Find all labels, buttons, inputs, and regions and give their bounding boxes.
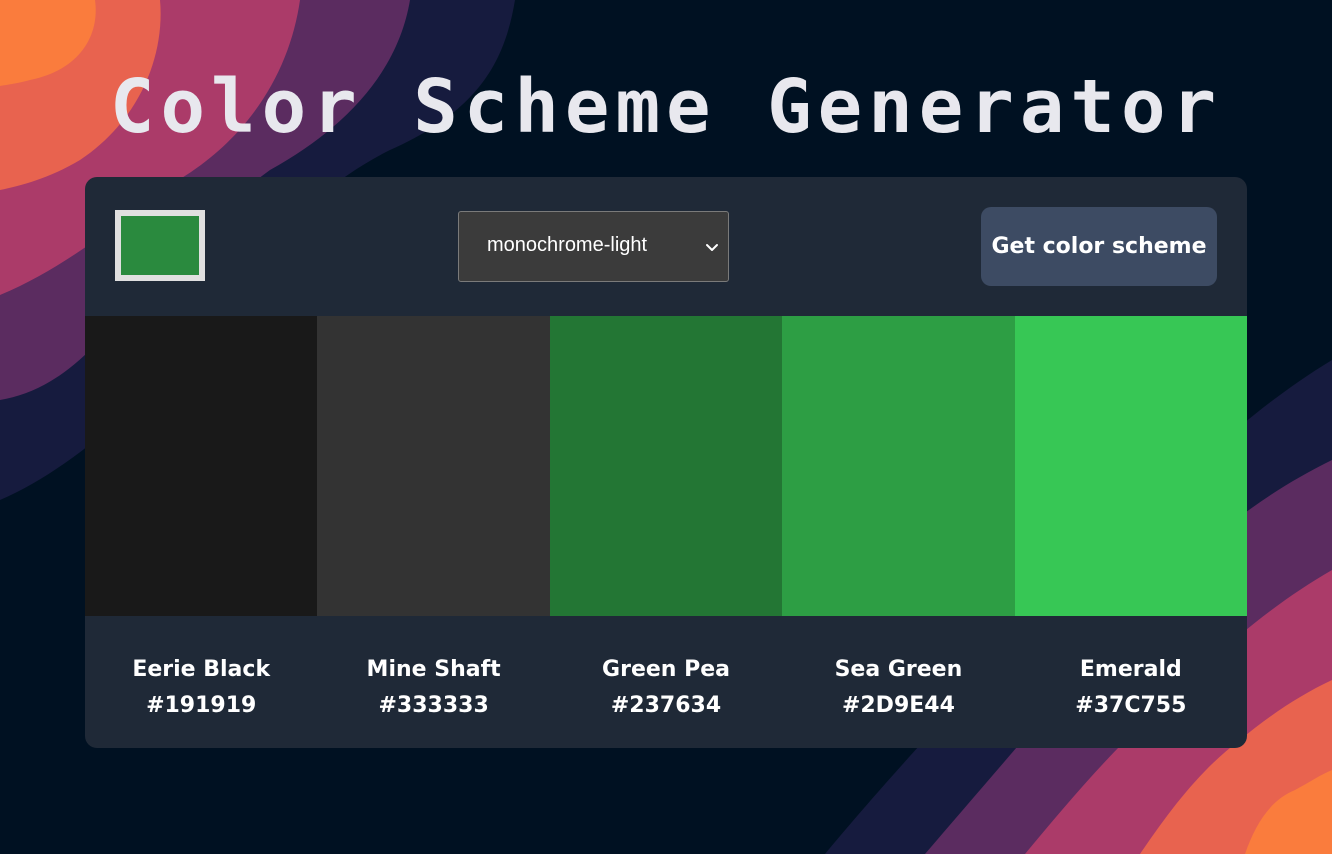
color-name: Emerald [1079, 657, 1182, 682]
color-swatch[interactable] [317, 316, 550, 616]
color-swatch[interactable] [85, 316, 318, 616]
color-swatch[interactable] [1014, 316, 1247, 616]
color-name: Eerie Black [132, 657, 271, 682]
color-swatch[interactable] [549, 316, 783, 616]
color-hex[interactable]: #333333 [317, 688, 549, 724]
label-row: Eerie Black #191919 Mine Shaft #333333 Green… [85, 616, 1247, 748]
color-hex[interactable]: #237634 [550, 688, 782, 724]
color-label: Green Pea #237634 [550, 616, 782, 748]
seed-color-fill [121, 216, 199, 275]
scheme-mode-value: monochrome-light [487, 234, 648, 256]
color-label: Sea Green #2D9E44 [782, 616, 1014, 748]
seed-color-picker[interactable] [115, 210, 205, 281]
color-swatch[interactable] [782, 316, 1015, 616]
color-label: Emerald #37C755 [1015, 616, 1247, 748]
color-label: Mine Shaft #333333 [317, 616, 549, 748]
controls-bar: monochrome-light Get color scheme [85, 177, 1247, 316]
color-hex[interactable]: #2D9E44 [782, 688, 1014, 724]
color-name: Green Pea [602, 657, 730, 682]
color-name: Sea Green [834, 657, 963, 682]
color-label: Eerie Black #191919 [85, 616, 317, 748]
color-name: Mine Shaft [366, 657, 501, 682]
scheme-mode-select[interactable]: monochrome-light [458, 211, 729, 282]
swatch-row [85, 316, 1247, 616]
color-hex[interactable]: #37C755 [1015, 688, 1247, 724]
color-hex[interactable]: #191919 [85, 688, 317, 724]
page-title: Color Scheme Generator [109, 64, 1223, 150]
get-color-scheme-button[interactable]: Get color scheme [981, 207, 1217, 286]
scheme-card: monochrome-light Get color scheme Eerie … [85, 177, 1247, 748]
chevron-down-icon [706, 244, 718, 251]
